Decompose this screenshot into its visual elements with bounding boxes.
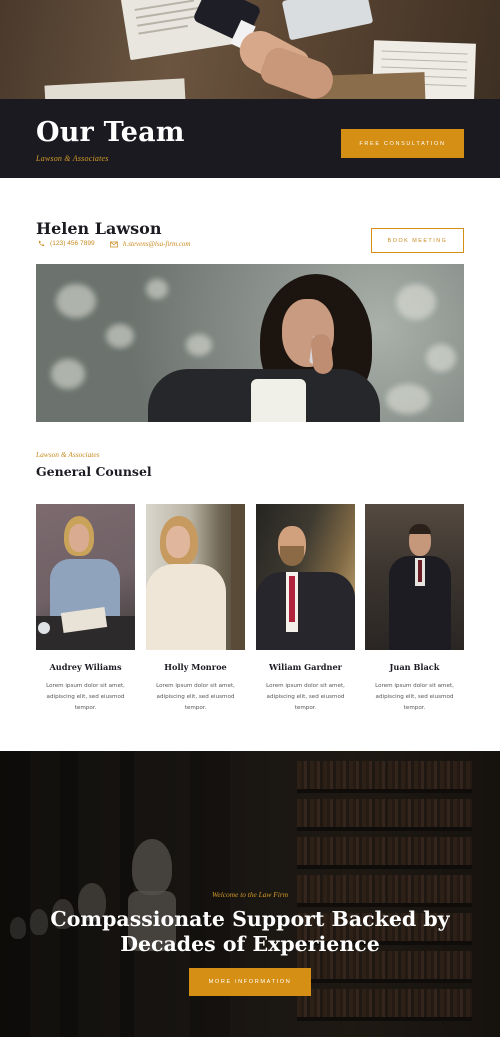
contact-email[interactable]: h.stevens@lsa-firm.com xyxy=(110,240,190,248)
book-meeting-button[interactable]: Book Meeting xyxy=(371,228,464,253)
team-title: General Counsel xyxy=(36,464,152,479)
portrait-shirt xyxy=(251,379,306,422)
cta-section: Welcome to the Law Firm Compassionate Su… xyxy=(0,751,500,1037)
team-member-bio: Lorem ipsum dolor sit amet, adipiscing e… xyxy=(156,683,235,711)
team-member-photo xyxy=(36,504,135,650)
team-member-bio: Lorem ipsum dolor sit amet, adipiscing e… xyxy=(46,683,125,711)
contact-phone[interactable]: (123) 456 7899 xyxy=(38,240,95,247)
hero-calculator xyxy=(281,0,374,41)
team-member-card[interactable]: Juan Black Lorem ipsum dolor sit amet, a… xyxy=(365,504,464,714)
team-member-bio: Lorem ipsum dolor sit amet, adipiscing e… xyxy=(375,683,454,711)
cta-heading: Compassionate Support Backed by Decades … xyxy=(50,907,450,956)
team-member-photo xyxy=(256,504,355,650)
email-address: h.stevens@lsa-firm.com xyxy=(123,240,191,248)
team-member-bio: Lorem ipsum dolor sit amet, adipiscing e… xyxy=(266,683,345,711)
attorney-name: Helen Lawson xyxy=(36,219,162,238)
hero-paper xyxy=(44,78,186,99)
team-member-photo xyxy=(146,504,245,650)
free-consultation-button[interactable]: Free Consultation xyxy=(341,129,464,158)
phone-icon xyxy=(38,240,45,247)
team-member-card[interactable]: Audrey Wiliams Lorem ipsum dolor sit ame… xyxy=(36,504,135,714)
page-title: Our Team xyxy=(36,117,185,148)
more-information-button[interactable]: More Information xyxy=(189,968,311,996)
hero-image xyxy=(0,0,500,99)
team-member-name: Juan Black xyxy=(389,662,440,672)
team-member-name: Wiliam Gardner xyxy=(268,662,342,672)
page-subtitle: Lawson & Associates xyxy=(36,154,109,163)
team-member-name: Holly Monroe xyxy=(164,662,227,672)
attorney-portrait xyxy=(36,264,464,422)
phone-number: (123) 456 7899 xyxy=(50,240,95,247)
envelope-icon xyxy=(110,241,118,248)
team-kicker: Lawson & Associates xyxy=(36,450,100,459)
cta-kicker: Welcome to the Law Firm xyxy=(211,890,289,899)
team-member-photo xyxy=(365,504,464,650)
team-member-card[interactable]: Wiliam Gardner Lorem ipsum dolor sit ame… xyxy=(256,504,355,714)
team-member-name: Audrey Wiliams xyxy=(49,662,122,672)
team-member-card[interactable]: Holly Monroe Lorem ipsum dolor sit amet,… xyxy=(146,504,245,714)
